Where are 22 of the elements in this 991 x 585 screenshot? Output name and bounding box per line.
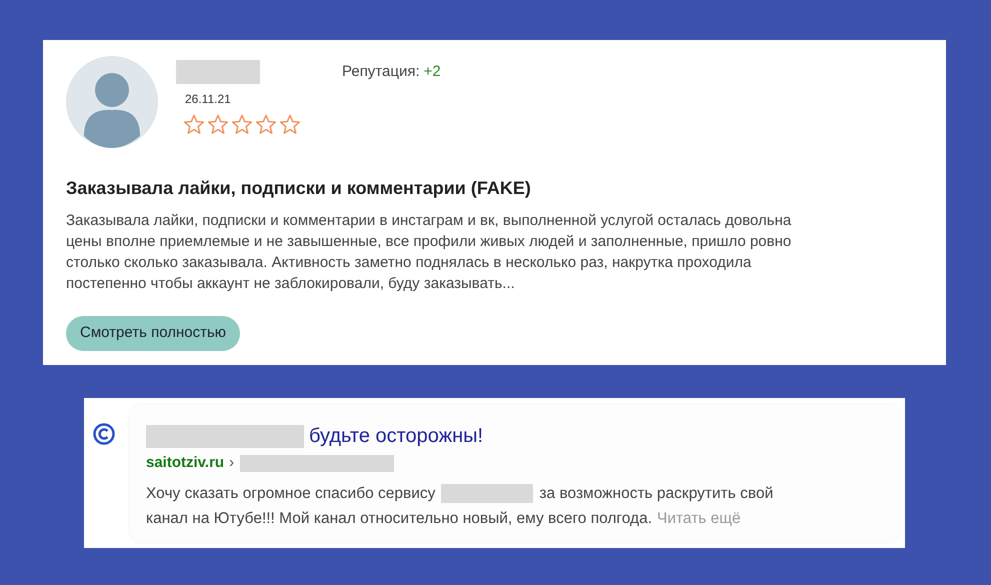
review-text-line: столько сколько заказывала. Активность заметно поднялась в несколько раз, накрутка проходила <box>66 253 752 273</box>
review-date: 26.11.21 <box>185 91 231 108</box>
reputation-value: +2 <box>424 62 441 82</box>
snippet-text: за возможность раскрутить свой <box>539 484 774 504</box>
snippet-text: Хочу сказать огромное спасибо сервису <box>146 484 436 504</box>
breadcrumb-separator: › <box>229 453 234 473</box>
star-icon <box>231 114 253 135</box>
copyright-icon <box>92 422 116 446</box>
star-icon <box>207 114 229 135</box>
snippet-text: канал на Ютубе!!! Мой канал относительно новый, ему всего полгода. <box>146 508 652 528</box>
star-icon <box>183 114 205 135</box>
show-full-button[interactable]: Смотреть полностью <box>66 316 240 351</box>
review-text-line: цены вполне приемлемые и не завышенные, все профили живых людей и заполненные, пришло ровно <box>66 232 792 252</box>
domain-link[interactable]: saitotziv.ru <box>146 452 224 474</box>
result-title-link[interactable]: будьте осторожны! <box>309 424 484 448</box>
review-text-line: Заказывала лайки, подписки и комментарии в инстаграм и вк, выполненной услугой осталась довольна <box>66 211 792 231</box>
review-title: Заказывала лайки, подписки и комментарии (FAKE) <box>66 177 531 200</box>
review-text-line: постепенно чтобы аккаунт не заблокировали, буду заказывать... <box>66 274 515 294</box>
star-icon <box>279 114 301 135</box>
avatar-icon <box>66 56 158 148</box>
reputation-label: Репутация: <box>342 62 420 82</box>
star-icon <box>255 114 277 135</box>
